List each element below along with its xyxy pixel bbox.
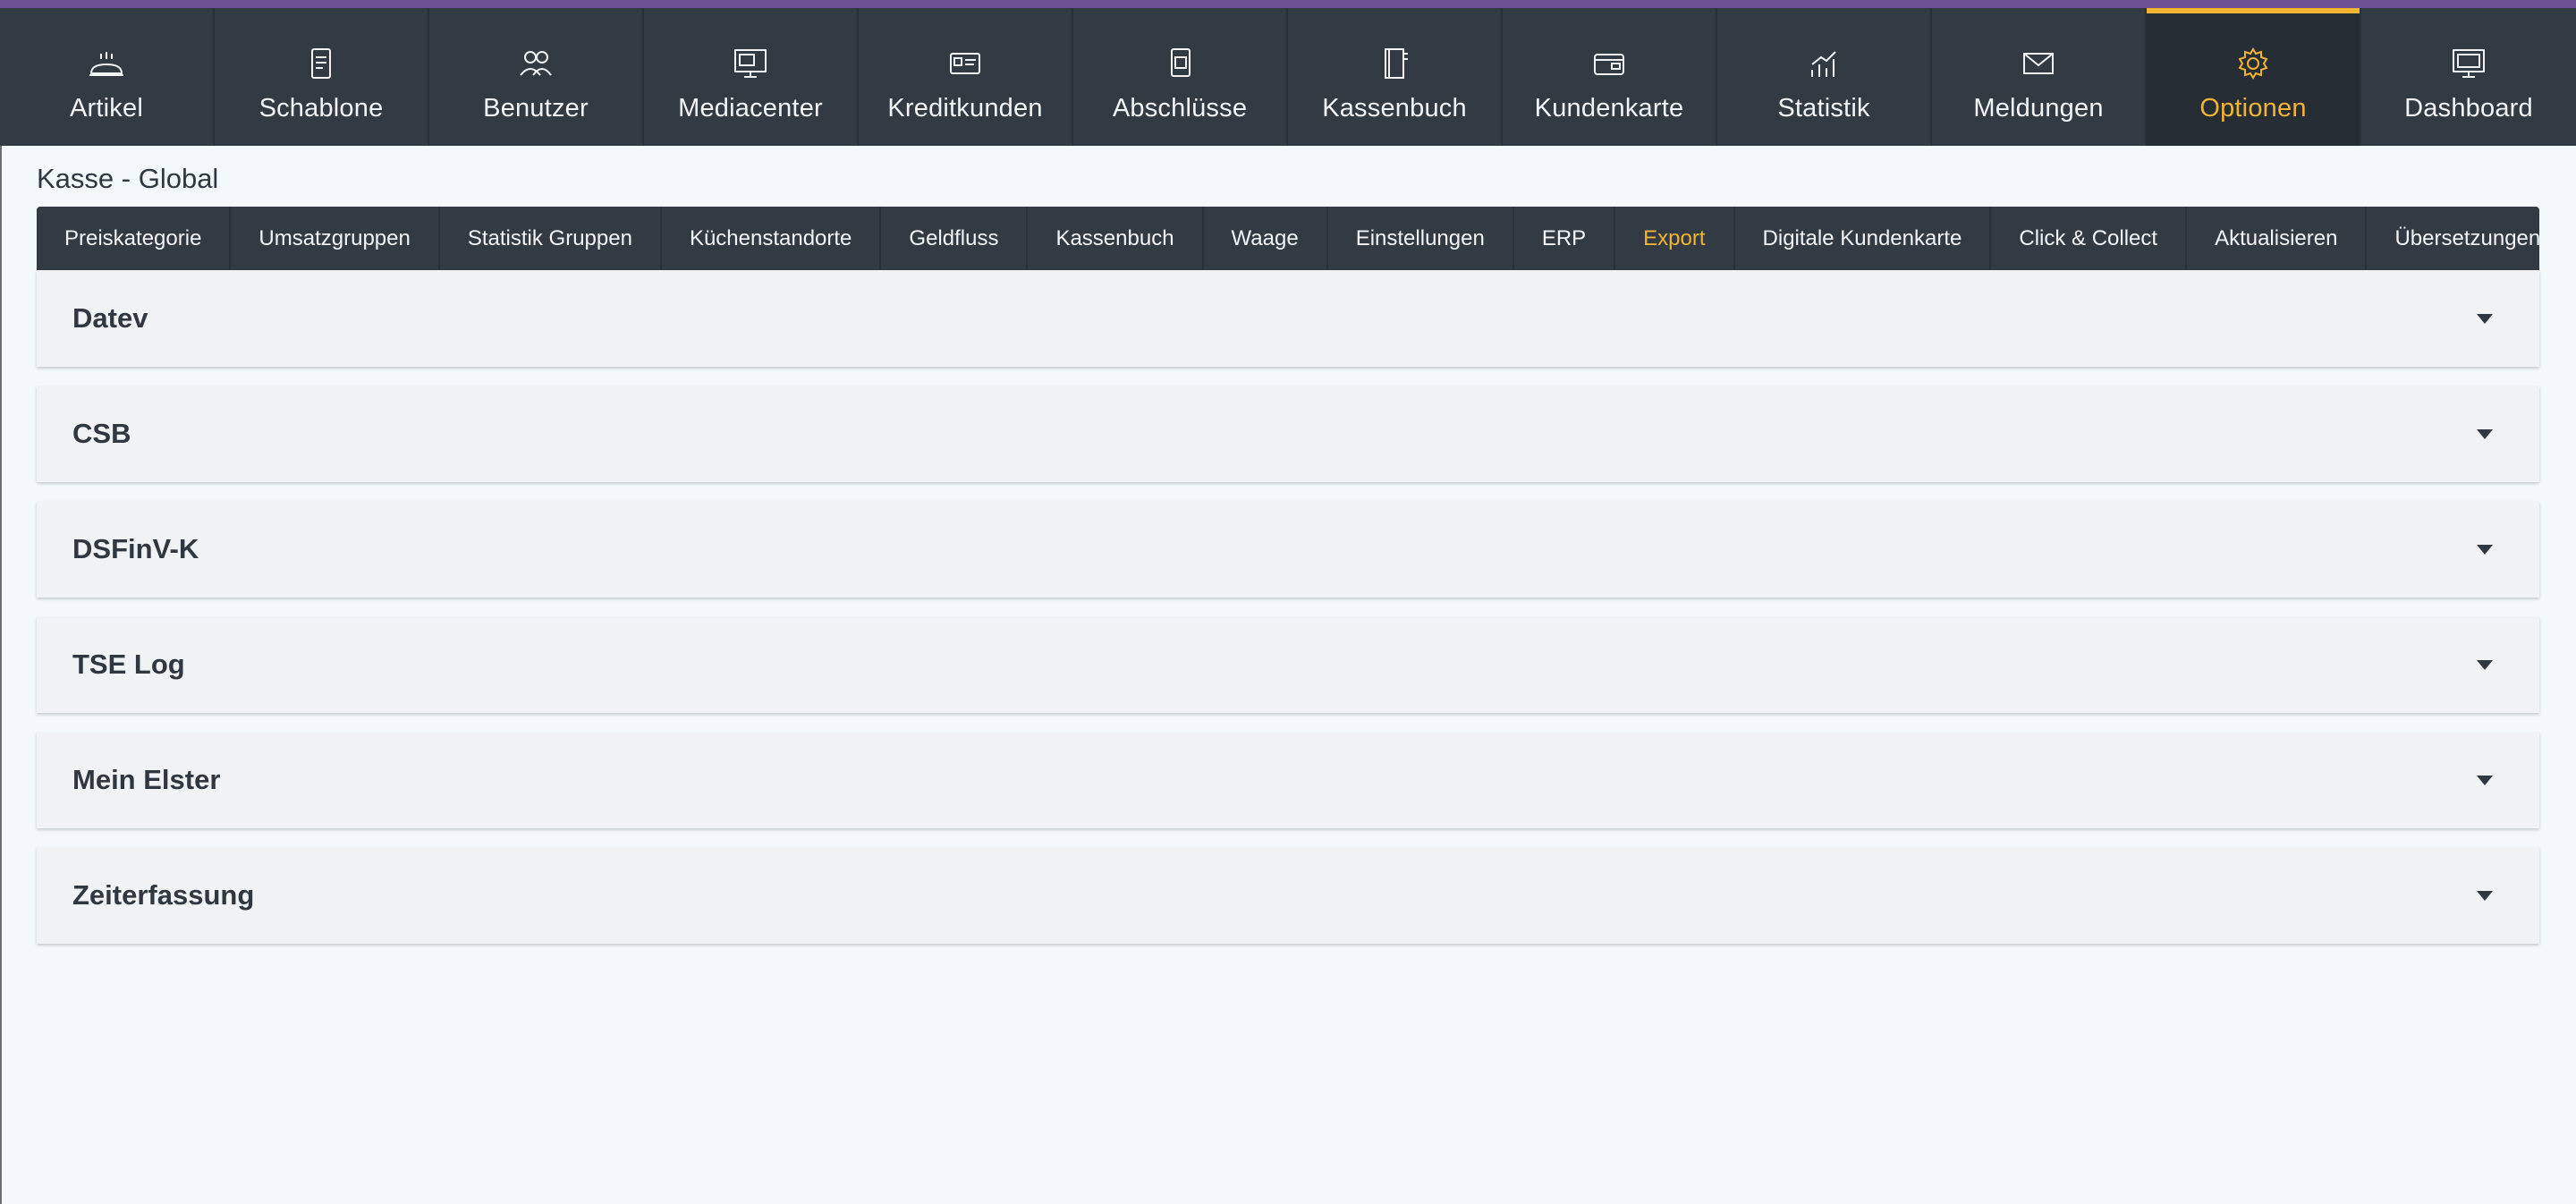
cashbook-icon xyxy=(1375,46,1414,81)
panel-dsfinv-k[interactable]: DSFinV-K xyxy=(37,501,2539,598)
tab-uebersetzungen[interactable]: Übersetzungen xyxy=(2367,207,2568,270)
bread-icon xyxy=(87,46,126,81)
tab-geldfluss[interactable]: Geldfluss xyxy=(881,207,1029,270)
panel-title: CSB xyxy=(72,418,131,449)
nav-dashboard[interactable]: Dashboard xyxy=(2361,8,2576,146)
tab-kassenbuch[interactable]: Kassenbuch xyxy=(1028,207,1204,270)
panel-zeiterfassung[interactable]: Zeiterfassung xyxy=(37,847,2539,944)
monitor-icon xyxy=(731,46,770,81)
template-icon xyxy=(301,46,341,81)
panel-csb[interactable]: CSB xyxy=(37,386,2539,482)
nav-kassenbuch[interactable]: Kassenbuch xyxy=(1288,8,1503,146)
nav-kundenkarte[interactable]: Kundenkarte xyxy=(1503,8,1717,146)
nav-kreditkunden[interactable]: Kreditkunden xyxy=(859,8,1073,146)
panel-title: DSFinV-K xyxy=(72,533,199,564)
nav-abschluesse[interactable]: Abschlüsse xyxy=(1073,8,1288,146)
caret-down-icon[interactable] xyxy=(2477,890,2493,901)
tab-preiskategorie[interactable]: Preiskategorie xyxy=(37,207,232,270)
panel-datev[interactable]: Datev xyxy=(37,270,2539,367)
nav-artikel[interactable]: Artikel xyxy=(0,8,215,146)
nav-benutzer[interactable]: Benutzer xyxy=(429,8,644,146)
caret-down-icon[interactable] xyxy=(2477,775,2493,785)
tab-einstellungen[interactable]: Einstellungen xyxy=(1328,207,1514,270)
sub-navigation: Preiskategorie Umsatzgruppen Statistik G… xyxy=(37,207,2540,270)
tab-export[interactable]: Export xyxy=(1615,207,1735,270)
gear-icon xyxy=(2233,46,2273,81)
nav-mediacenter[interactable]: Mediacenter xyxy=(644,8,859,146)
panel-title: TSE Log xyxy=(72,649,185,680)
envelope-icon xyxy=(2019,46,2058,81)
id-card-icon xyxy=(945,46,985,81)
tab-kuechenstandorte[interactable]: Küchenstandorte xyxy=(662,207,882,270)
nav-schablone[interactable]: Schablone xyxy=(215,8,429,146)
wallet-icon xyxy=(1589,46,1629,81)
main-navigation: Artikel Schablone Benutzer Mediacenter K… xyxy=(0,0,2576,146)
page-title: Kasse - Global xyxy=(37,163,219,194)
tab-click-collect[interactable]: Click & Collect xyxy=(1991,207,2188,270)
chart-icon xyxy=(1804,46,1843,81)
nav-optionen[interactable]: Optionen xyxy=(2147,8,2361,146)
panel-mein-elster[interactable]: Mein Elster xyxy=(37,732,2539,828)
panel-title: Zeiterfassung xyxy=(72,879,255,911)
panel-title: Mein Elster xyxy=(72,764,221,795)
tab-waage[interactable]: Waage xyxy=(1204,207,1328,270)
tab-erp[interactable]: ERP xyxy=(1514,207,1616,270)
tab-digitale-kundenkarte[interactable]: Digitale Kundenkarte xyxy=(1735,207,1992,270)
tab-aktualisieren[interactable]: Aktualisieren xyxy=(2187,207,2368,270)
window-edge xyxy=(0,146,2,1204)
documents-icon xyxy=(1160,46,1199,81)
export-panels: Datev CSB DSFinV-K TSE Log Mein Elster Z… xyxy=(37,270,2539,962)
nav-statistik[interactable]: Statistik xyxy=(1717,8,1932,146)
caret-down-icon[interactable] xyxy=(2477,659,2493,670)
dashboard-icon xyxy=(2449,46,2488,81)
panel-title: Datev xyxy=(72,302,148,334)
caret-down-icon[interactable] xyxy=(2477,428,2493,439)
tab-umsatzgruppen[interactable]: Umsatzgruppen xyxy=(231,207,440,270)
tab-statistik-gruppen[interactable]: Statistik Gruppen xyxy=(440,207,662,270)
panel-tse-log[interactable]: TSE Log xyxy=(37,616,2539,713)
users-icon xyxy=(516,46,555,81)
nav-meldungen[interactable]: Meldungen xyxy=(1932,8,2147,146)
caret-down-icon[interactable] xyxy=(2477,544,2493,555)
caret-down-icon[interactable] xyxy=(2477,313,2493,324)
